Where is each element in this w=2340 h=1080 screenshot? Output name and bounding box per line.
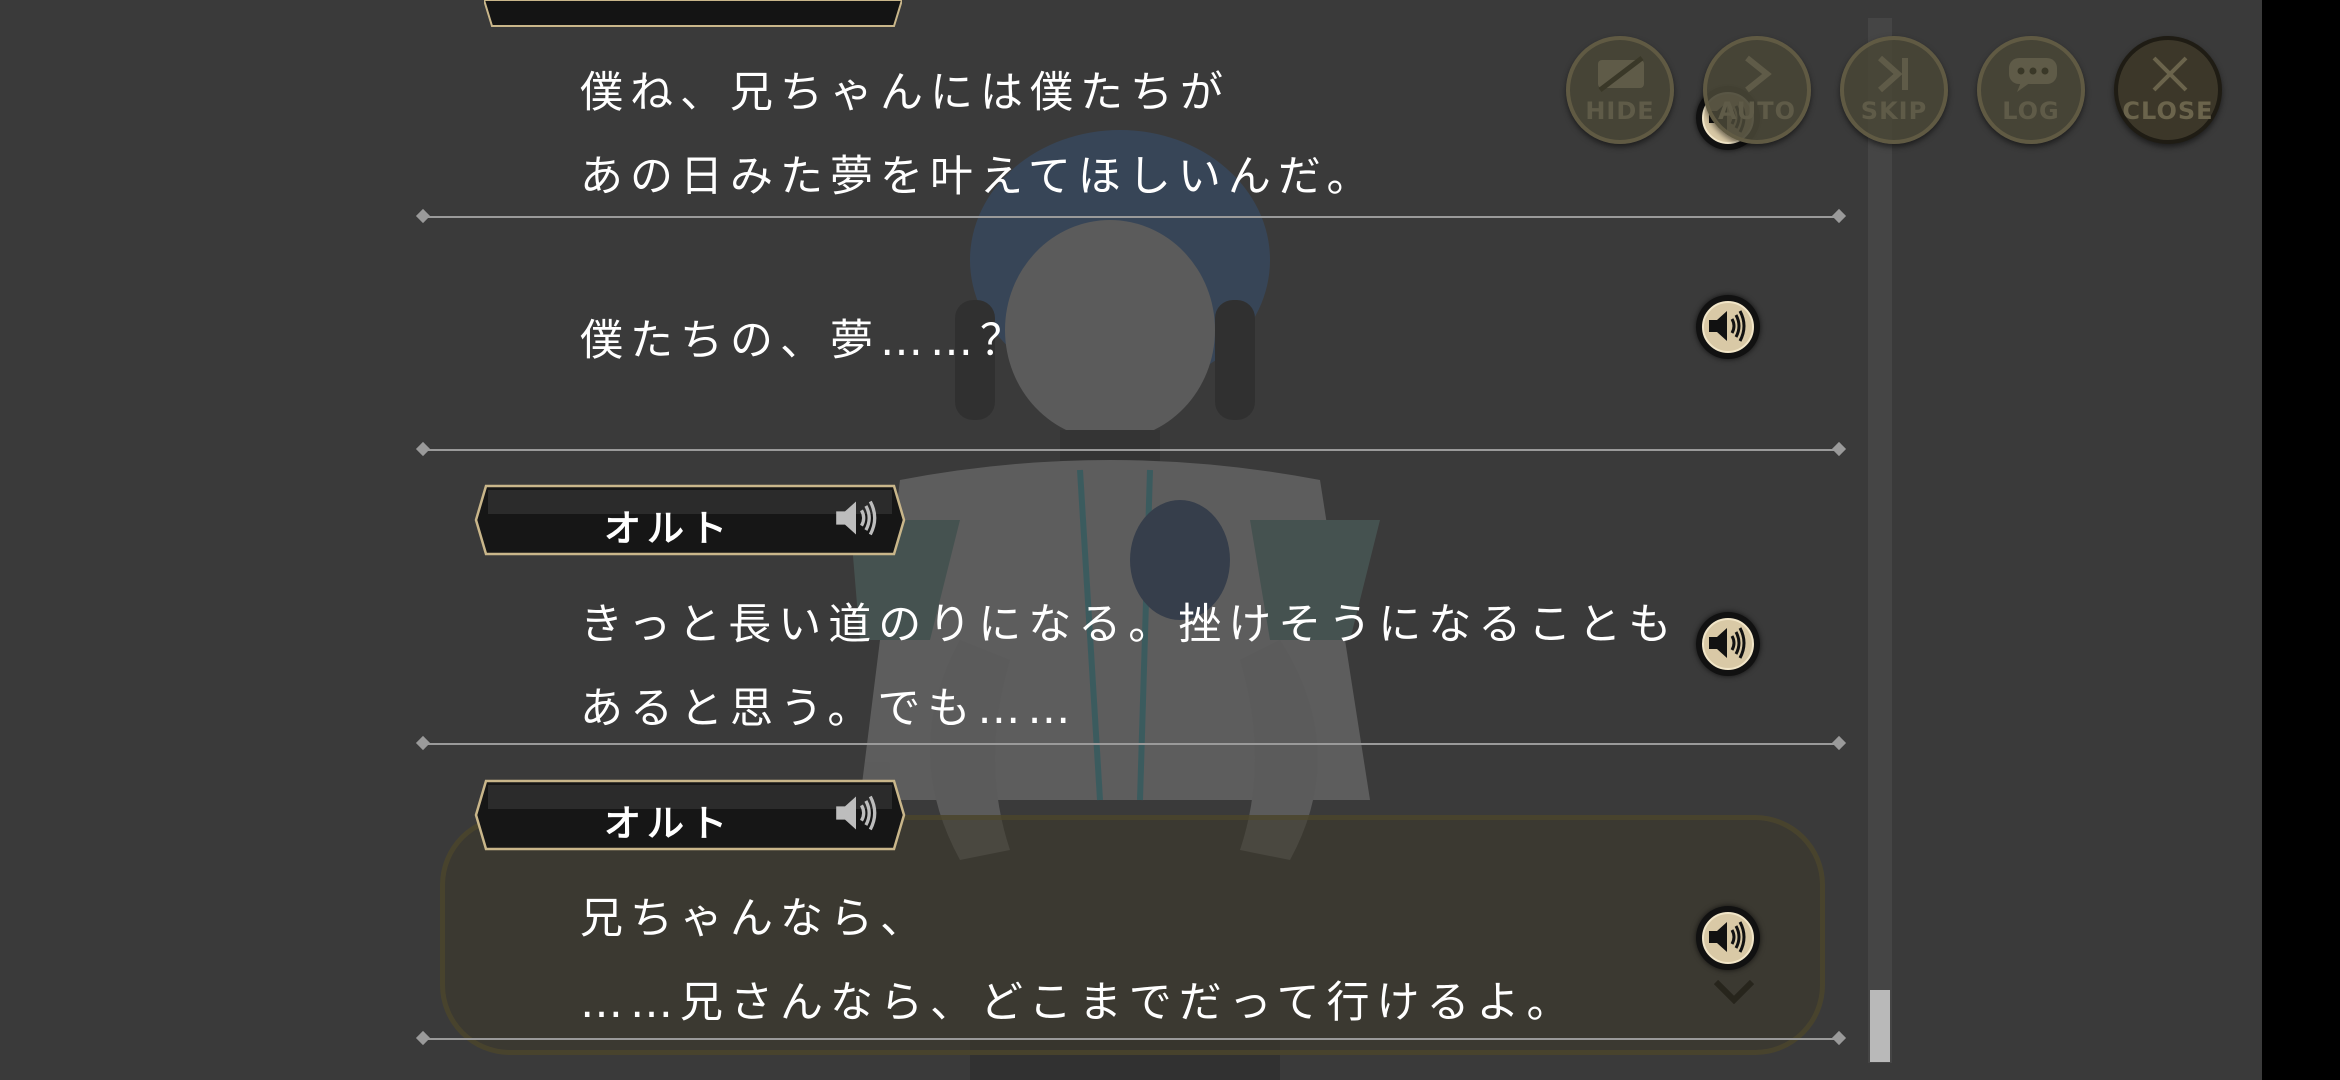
scrollbar-thumb[interactable] <box>1870 990 1890 1062</box>
skip-label: SKIP <box>1860 97 1928 125</box>
close-button[interactable]: CLOSE <box>2114 36 2222 144</box>
speaker-name: オルト <box>604 507 733 550</box>
log-line: 僕たちの、夢……？ <box>580 316 1030 366</box>
nameplate-stub <box>484 0 902 27</box>
voice-replay-button[interactable] <box>1696 295 1760 359</box>
right-letterbox <box>2262 0 2340 1080</box>
log-divider <box>422 743 1840 745</box>
log-divider <box>422 449 1840 451</box>
log-button[interactable]: LOG <box>1977 36 2085 144</box>
speaker-icon <box>1709 310 1746 342</box>
hide-label: HIDE <box>1585 97 1655 125</box>
log-label: LOG <box>2002 97 2060 125</box>
speaker-icon <box>1709 627 1746 659</box>
speaker-nameplate: オルト <box>474 779 906 851</box>
chat-bubble-icon <box>2009 58 2057 92</box>
speaker-icon[interactable] <box>834 498 878 538</box>
log-line: きっと長い道のりになる。挫けそうになることも <box>580 600 1679 650</box>
log-line: 僕ね、兄ちゃんには僕たちが <box>580 68 1230 118</box>
log-line: ……兄さんなら、どこまでだって行けるよ。 <box>580 978 1577 1028</box>
voice-replay-button[interactable] <box>1696 906 1760 970</box>
hide-icon <box>1598 56 1644 92</box>
log-divider <box>422 216 1840 218</box>
skip-icon <box>1878 55 1908 93</box>
close-label: CLOSE <box>2122 97 2214 125</box>
speaker-name: オルト <box>604 802 733 845</box>
log-line: あると思う。でも…… <box>580 684 1078 734</box>
auto-button[interactable]: AUTO <box>1703 36 1811 144</box>
speaker-icon <box>1709 921 1746 953</box>
scrollbar-track[interactable] <box>1868 18 1892 1063</box>
log-line: あの日みた夢を叶えてほしいんだ。 <box>580 152 1377 202</box>
play-icon <box>1745 55 1772 93</box>
hide-button[interactable]: HIDE <box>1566 36 1674 144</box>
close-icon <box>2152 56 2188 92</box>
speaker-nameplate: オルト <box>474 484 906 556</box>
log-line: 兄ちゃんなら、 <box>580 894 930 944</box>
speaker-icon[interactable] <box>834 793 878 833</box>
skip-button[interactable]: SKIP <box>1840 36 1948 144</box>
voice-replay-button[interactable] <box>1696 612 1760 676</box>
auto-label: AUTO <box>1717 97 1797 125</box>
log-divider <box>422 1038 1840 1040</box>
chevron-down-icon <box>1714 980 1754 1004</box>
